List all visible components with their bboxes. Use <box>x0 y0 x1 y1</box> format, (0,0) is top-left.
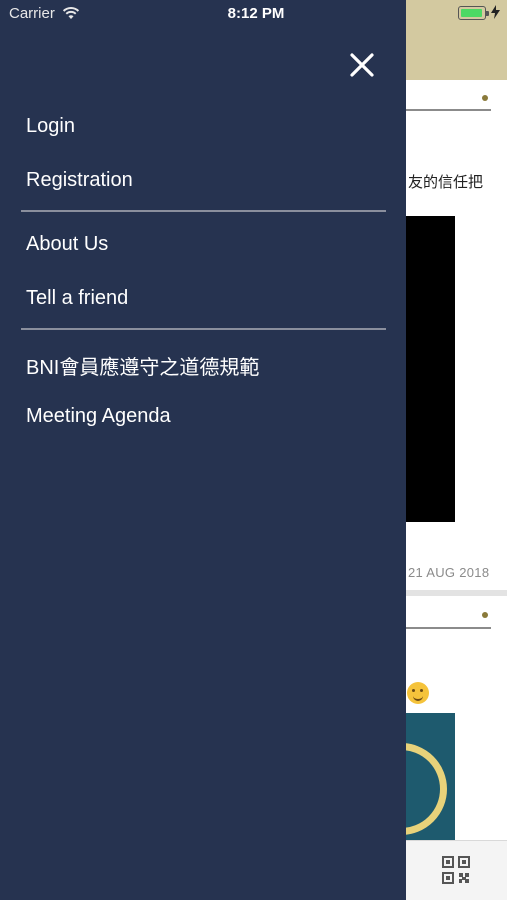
post-date: 21 AUG 2018 <box>408 565 490 580</box>
close-icon[interactable] <box>347 50 377 80</box>
menu-item-code-of-ethics[interactable]: BNI會員應遵守之道德規範 <box>26 351 259 380</box>
post-indicator-dot <box>482 95 488 101</box>
menu-item-login[interactable]: Login <box>26 115 75 138</box>
charging-bolt-icon <box>491 5 500 19</box>
side-drawer: Login Registration About Us Tell a frien… <box>0 0 406 900</box>
status-time: 8:12 PM <box>227 5 285 22</box>
post-indicator-dot <box>482 612 488 618</box>
menu-divider <box>21 210 386 212</box>
status-bar: Carrier 8:12 PM <box>0 0 507 28</box>
menu-item-tell-a-friend[interactable]: Tell a friend <box>26 287 128 310</box>
menu-item-meeting-agenda[interactable]: Meeting Agenda <box>26 405 171 428</box>
battery-icon <box>458 6 489 20</box>
post-divider <box>405 627 491 629</box>
menu-divider <box>21 328 386 330</box>
hugging-face-emoji <box>407 682 429 704</box>
qr-code-icon[interactable] <box>442 856 470 884</box>
post-divider <box>405 109 491 111</box>
post-video-thumbnail[interactable] <box>405 216 455 522</box>
menu-item-about-us[interactable]: About Us <box>26 233 108 256</box>
menu-item-registration[interactable]: Registration <box>26 169 133 192</box>
post-text-fragment: 友的信任把 <box>408 174 484 191</box>
post-image[interactable] <box>405 713 455 843</box>
